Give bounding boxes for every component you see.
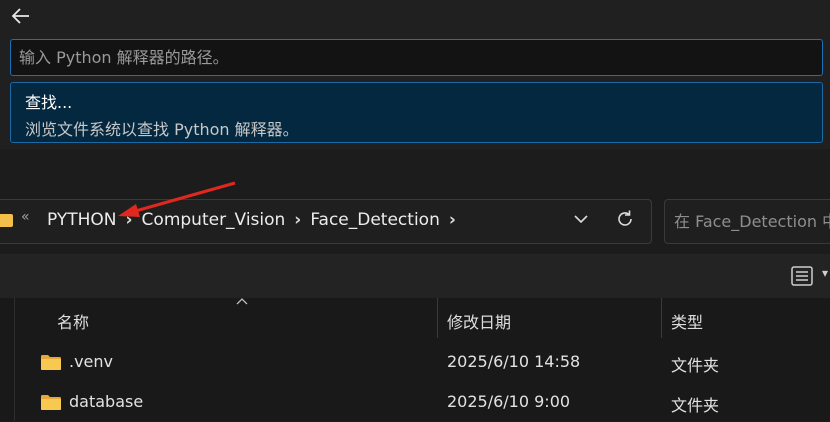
folder-icon	[41, 395, 61, 410]
column-type-header[interactable]: 类型	[671, 309, 703, 333]
file-type: 文件夹	[671, 396, 720, 415]
interpreter-path-input[interactable]: 输入 Python 解释器的路径。	[10, 39, 823, 76]
sort-ascending-icon	[236, 294, 248, 308]
breadcrumb-chevron-icon[interactable]: ›	[294, 210, 301, 230]
column-divider[interactable]	[437, 298, 438, 338]
breadcrumb-python[interactable]: PYTHON	[47, 210, 117, 230]
address-bar[interactable]: « PYTHON › Computer_Vision › Face_Detection ›	[0, 199, 652, 244]
find-item-title: 查找...	[25, 93, 73, 112]
breadcrumb-chevron-icon[interactable]: ›	[449, 210, 456, 230]
folder-icon	[0, 214, 13, 227]
file-type: 文件夹	[671, 356, 720, 375]
search-input[interactable]: 在 Face_Detection 中	[664, 199, 830, 244]
history-dropdown-icon[interactable]	[572, 210, 590, 233]
file-name: .venv	[69, 352, 114, 371]
file-row-database[interactable]: database 2025/6/10 9:00 文件夹	[0, 382, 830, 422]
column-date-header[interactable]: 修改日期	[447, 309, 511, 333]
file-date: 2025/6/10 14:58	[447, 352, 581, 371]
back-arrow-icon[interactable]	[10, 5, 32, 27]
command-bar: ▾	[0, 254, 830, 298]
find-interpreter-item[interactable]: 查找... 浏览文件系统以查找 Python 解释器。	[10, 82, 823, 143]
breadcrumb-overflow-icon[interactable]: «	[21, 209, 30, 225]
annotation-arrow-icon	[118, 181, 236, 217]
file-name: database	[69, 392, 144, 411]
folder-icon	[41, 355, 61, 370]
breadcrumb-face-detection[interactable]: Face_Detection	[310, 210, 440, 230]
file-list: 名称 修改日期 类型 .venv 2025/6/10 14:58 文件夹 dat…	[0, 298, 830, 421]
file-date: 2025/6/10 9:00	[447, 392, 571, 411]
quick-pick-panel: 输入 Python 解释器的路径。 查找... 浏览文件系统以查找 Python…	[0, 0, 830, 150]
column-header-row: 名称 修改日期 类型	[0, 298, 830, 338]
view-details-icon[interactable]	[791, 266, 813, 286]
column-name-header[interactable]: 名称	[57, 309, 89, 333]
view-options-chevron-icon[interactable]: ▾	[822, 266, 828, 280]
column-divider[interactable]	[661, 298, 662, 338]
find-item-description: 浏览文件系统以查找 Python 解释器。	[25, 120, 299, 139]
file-row-venv[interactable]: .venv 2025/6/10 14:58 文件夹	[0, 342, 830, 382]
refresh-icon[interactable]	[614, 208, 636, 235]
